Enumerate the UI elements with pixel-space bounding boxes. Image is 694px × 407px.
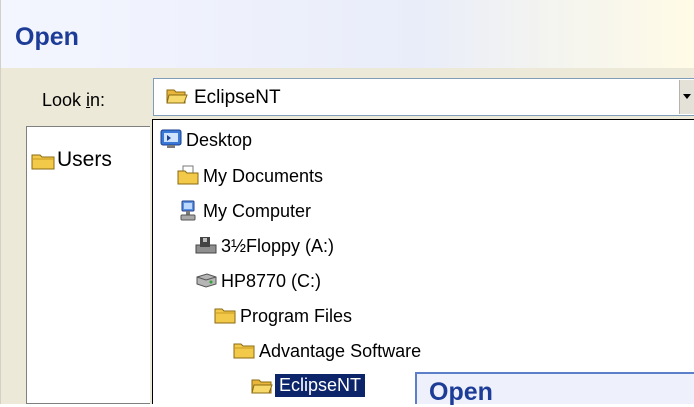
dropdown-item-label: HP8770 (C:) [221, 271, 322, 291]
dropdown-item-label: Advantage Software [259, 341, 422, 361]
computer-icon [177, 200, 199, 227]
file-list-pane[interactable]: Users [26, 126, 150, 404]
look-in-selected-value: EclipseNT [194, 87, 281, 108]
overlapping-window-title: Open [429, 378, 493, 406]
dropdown-item-label: EclipseNT [275, 374, 366, 397]
window-title: Open [15, 23, 79, 51]
look-in-label-suffix: n: [90, 90, 106, 110]
look-in-combobox[interactable]: EclipseNT [153, 78, 694, 116]
folder-open-icon [166, 87, 188, 110]
floppy-drive-icon [195, 235, 217, 260]
chevron-down-icon [683, 94, 691, 99]
desktop-icon [160, 129, 182, 154]
folder-icon [233, 340, 255, 365]
look-in-dropdown-list[interactable]: Desktop My Documents My Computer 3½Flopp… [152, 119, 694, 404]
dropdown-item-label: My Documents [203, 166, 324, 186]
overlapping-open-window[interactable]: Open [415, 372, 694, 406]
look-in-label: Look in: [42, 90, 105, 111]
hard-drive-icon [195, 270, 217, 295]
dropdown-item-label: Program Files [240, 306, 353, 326]
open-dialog: Open Look in: EclipseNT Users Desktop My… [0, 0, 694, 406]
documents-folder-icon [177, 165, 199, 190]
combobox-dropdown-button[interactable] [679, 80, 694, 114]
dropdown-item-label: My Computer [203, 201, 312, 221]
folder-icon [31, 152, 55, 175]
folder-icon [214, 305, 236, 330]
dropdown-item-label: Desktop [186, 130, 253, 150]
look-in-label-prefix: Look [42, 90, 87, 110]
folder-open-icon [251, 376, 273, 401]
dropdown-item-label: 3½Floppy (A:) [221, 236, 335, 256]
title-bar[interactable]: Open [1, 0, 694, 68]
list-item-users[interactable]: Users [57, 148, 112, 172]
